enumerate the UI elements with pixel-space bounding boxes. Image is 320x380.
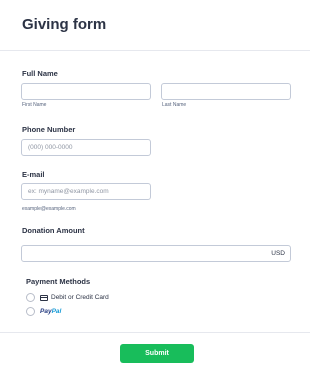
first-name-input[interactable] [21,83,151,100]
header-divider [0,50,310,51]
first-name-sublabel: First Name [22,102,47,108]
email-label: E-mail [22,170,45,179]
submit-button[interactable]: Submit [120,344,194,363]
last-name-input[interactable] [161,83,291,100]
card-radio[interactable] [26,293,35,302]
email-sublabel: example@example.com [22,206,76,212]
card-option-label: Debit or Credit Card [51,294,109,301]
donation-input[interactable]: USD [21,245,291,262]
paypal-logo: PayPal [40,308,62,315]
donation-label: Donation Amount [22,226,85,235]
full-name-label: Full Name [22,69,58,78]
payment-option-card[interactable]: Debit or Credit Card [0,292,310,304]
email-input[interactable]: ex: myname@example.com [21,183,151,200]
payment-option-paypal[interactable]: PayPal [0,306,310,318]
paypal-radio[interactable] [26,307,35,316]
form-title: Giving form [22,16,107,33]
payment-label: Payment Methods [26,277,91,286]
phone-label: Phone Number [22,125,76,134]
currency-suffix: USD [271,250,285,257]
phone-input[interactable]: (000) 000-0000 [21,139,151,156]
last-name-sublabel: Last Name [162,102,187,108]
footer-divider [0,332,310,333]
credit-card-icon [40,295,48,301]
